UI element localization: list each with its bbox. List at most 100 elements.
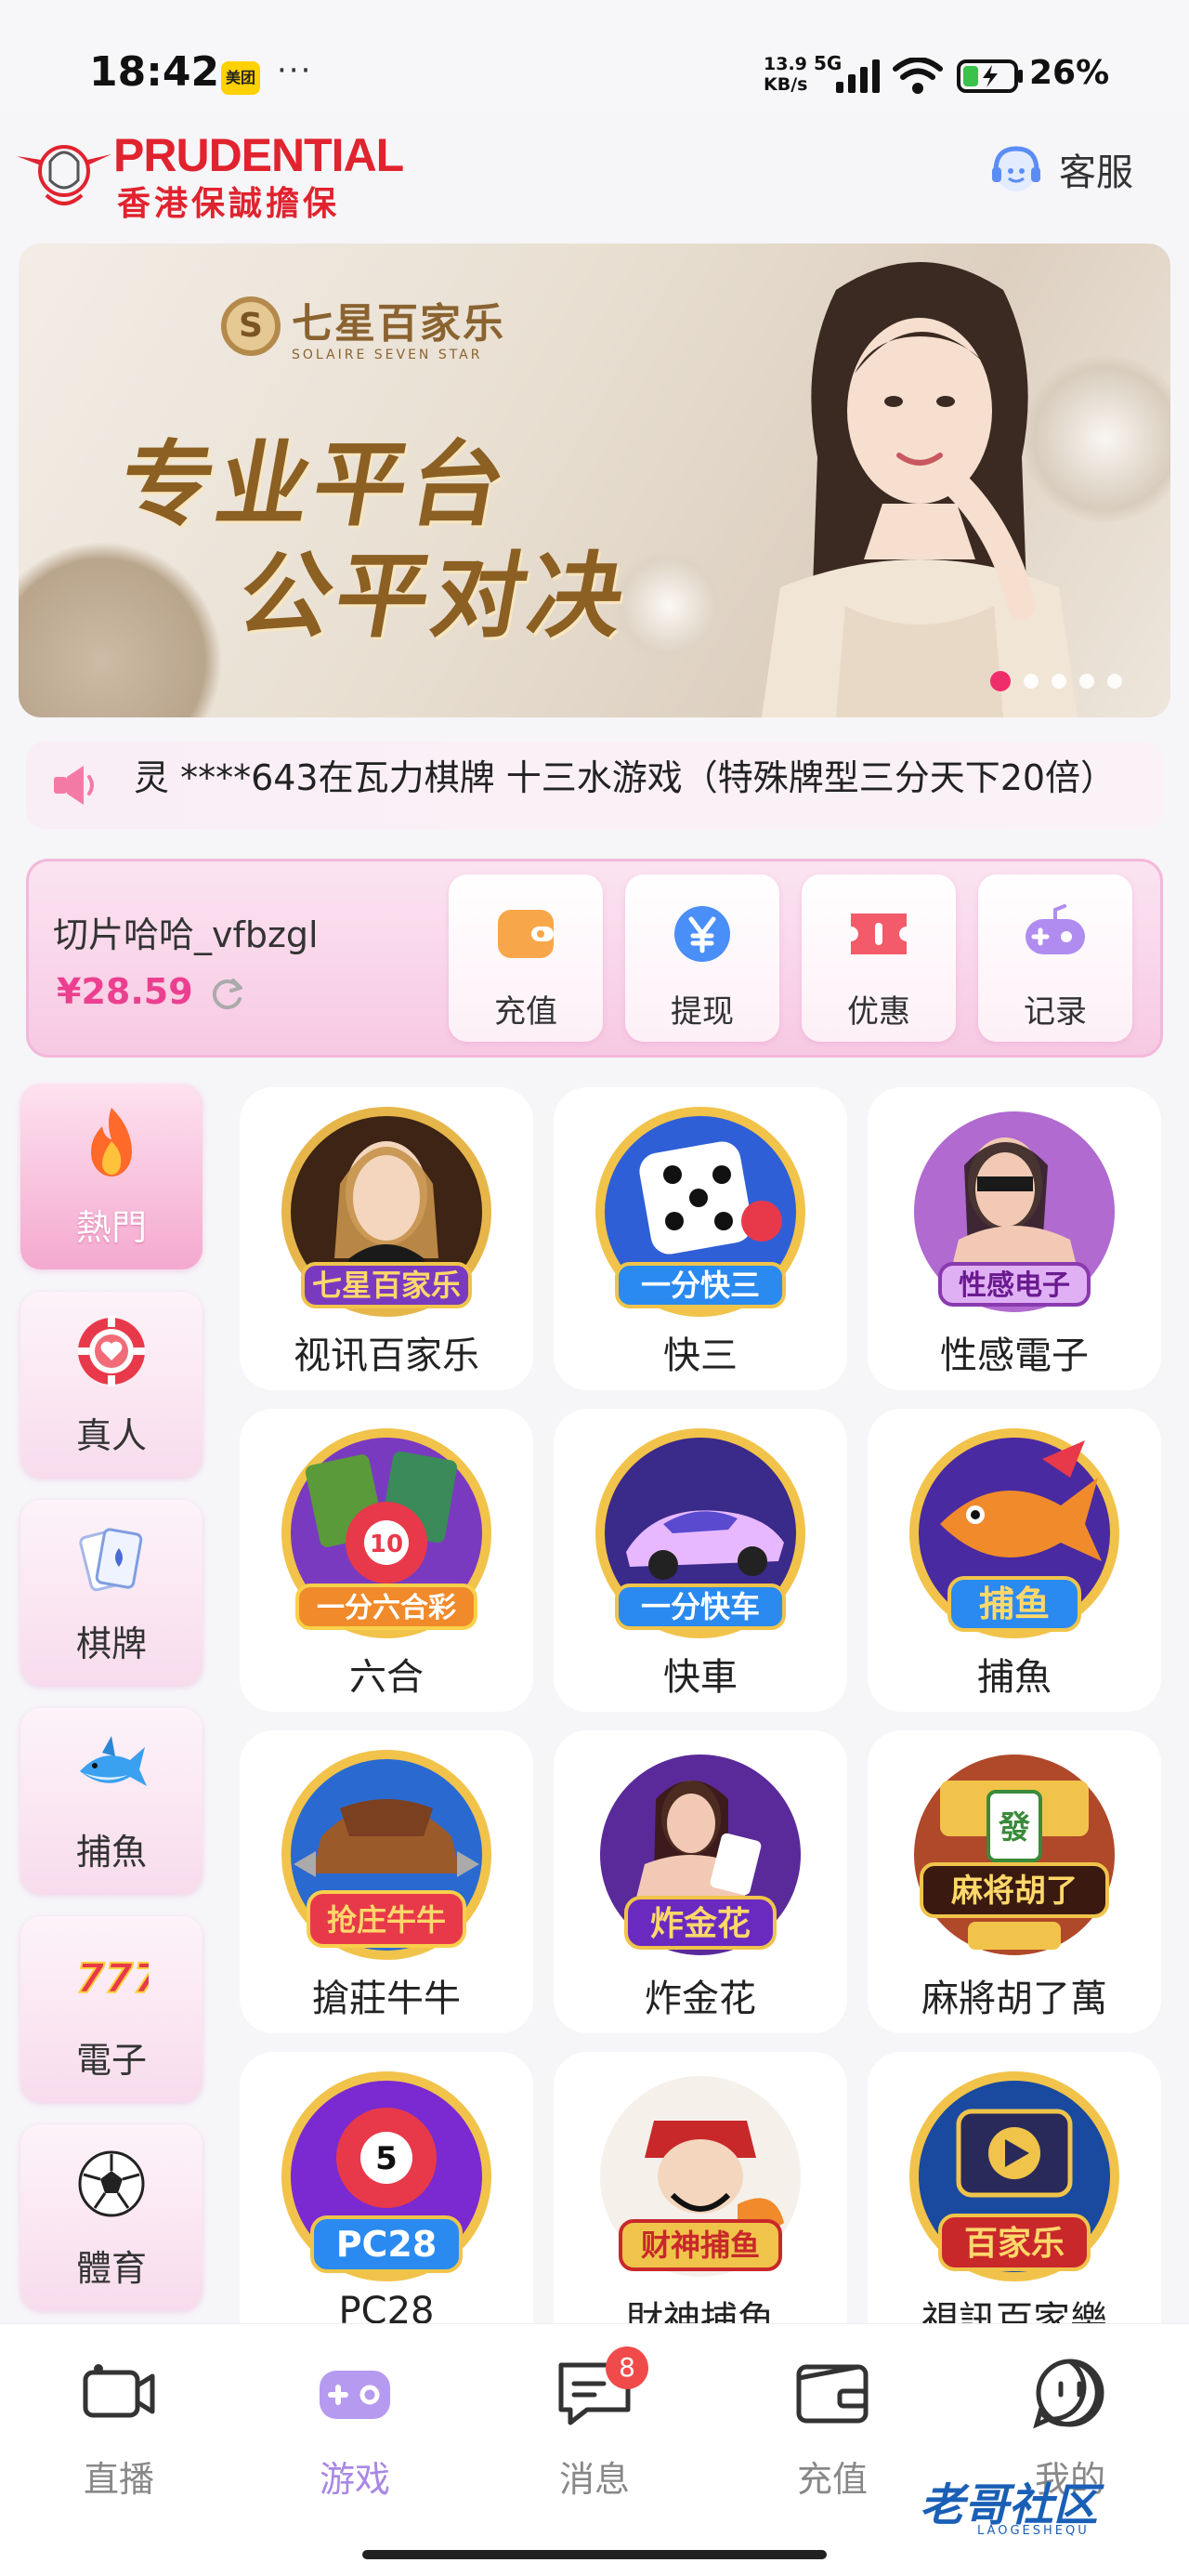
soccer-ball-icon bbox=[78, 2150, 145, 2217]
home-indicator[interactable] bbox=[362, 2550, 827, 2559]
nav-games[interactable]: 游戏 bbox=[281, 2356, 429, 2502]
more-notifications-icon: ··· bbox=[277, 52, 313, 89]
svg-text:發: 發 bbox=[998, 1809, 1030, 1847]
game-card-god-of-wealth[interactable]: 财神捕鱼 財神捕魚 bbox=[554, 2052, 847, 2355]
wifi-icon bbox=[893, 58, 943, 94]
banner-brand: S 七星百家乐 SOLAIRE SEVEN STAR bbox=[221, 290, 505, 362]
customer-service-button[interactable]: 客服 bbox=[986, 139, 1133, 199]
nav-live[interactable]: 直播 bbox=[45, 2356, 193, 2502]
prudential-logo-icon bbox=[17, 145, 111, 205]
god-of-wealth-game-icon: 财神捕鱼 bbox=[600, 2076, 801, 2277]
category-label: 體育 bbox=[75, 2248, 147, 2289]
yen-coin-icon bbox=[674, 906, 730, 962]
promotions-label: 优惠 bbox=[847, 993, 910, 1031]
nav-label: 直播 bbox=[83, 2459, 154, 2500]
baccarat-game-icon: 七星百家乐 bbox=[281, 1107, 491, 1317]
nav-deposit[interactable]: 充值 bbox=[758, 2356, 907, 2502]
speaker-icon bbox=[54, 766, 94, 805]
category-label: 捕魚 bbox=[75, 1832, 147, 1873]
game-card-lottery[interactable]: 10 一分六合彩 六合 bbox=[240, 1409, 533, 1712]
svg-text:性感电子: 性感电子 bbox=[959, 1269, 1070, 1302]
slot-777-icon: 777 bbox=[75, 1954, 149, 2004]
promotions-button[interactable]: 优惠 bbox=[802, 874, 956, 1042]
withdraw-label: 提现 bbox=[671, 993, 734, 1031]
gamepad-icon bbox=[1026, 904, 1085, 954]
game-label: 性感電子 bbox=[940, 1334, 1089, 1377]
game-label: 六合 bbox=[349, 1656, 424, 1699]
banner-dot[interactable] bbox=[1107, 674, 1122, 689]
category-label: 熱門 bbox=[75, 1207, 147, 1248]
refresh-icon[interactable] bbox=[207, 975, 246, 1014]
nav-label: 消息 bbox=[558, 2459, 630, 2500]
category-slots[interactable]: 777 電子 bbox=[20, 1916, 203, 2102]
deposit-button[interactable]: 充值 bbox=[449, 874, 603, 1042]
banner-brand-sub: SOLAIRE SEVEN STAR bbox=[292, 348, 483, 362]
promo-banner[interactable]: S 七星百家乐 SOLAIRE SEVEN STAR 专业平台 公平对决 bbox=[19, 243, 1170, 717]
nav-label: 充值 bbox=[796, 2459, 868, 2500]
game-card-mahjong[interactable]: 發 麻将胡了 麻將胡了萬 bbox=[868, 1730, 1161, 2033]
wallet-card: 切片哈哈_vfbzgl ¥28.59 充值 提现 优惠 记录 bbox=[26, 859, 1163, 1058]
withdraw-button[interactable]: 提现 bbox=[625, 874, 779, 1042]
decor-chip bbox=[19, 541, 223, 717]
nav-messages[interactable]: 8 消息 bbox=[520, 2346, 669, 2502]
game-card-pc28[interactable]: 5 PC28 PC28 bbox=[240, 2052, 533, 2355]
app-header: PRUDENTIAL 香港保誠擔保 客服 bbox=[0, 112, 1189, 232]
nav-label: 游戏 bbox=[319, 2459, 390, 2500]
banner-dot[interactable] bbox=[1024, 674, 1039, 689]
network-speed: 13.9 KB/s bbox=[764, 54, 808, 95]
game-card-golden-flower[interactable]: 炸金花 炸金花 bbox=[554, 1730, 847, 2033]
mahjong-game-icon: 發 麻将胡了 bbox=[914, 1755, 1115, 1955]
svg-text:麻将胡了: 麻将胡了 bbox=[951, 1873, 1078, 1910]
unread-badge: 8 bbox=[606, 2346, 648, 2389]
status-time: 18:42 bbox=[89, 48, 220, 96]
svg-text:财神捕鱼: 财神捕鱼 bbox=[641, 2228, 760, 2263]
svg-text:七星百家乐: 七星百家乐 bbox=[312, 1268, 461, 1303]
deposit-label: 充值 bbox=[494, 993, 557, 1031]
banner-brand-name: 七星百家乐 bbox=[292, 300, 505, 348]
race-car-game-icon: 一分快车 bbox=[595, 1428, 805, 1638]
ticket-icon bbox=[851, 913, 907, 954]
category-label: 電子 bbox=[75, 2040, 147, 2081]
sexy-slot-game-icon: 性感电子 bbox=[914, 1111, 1115, 1312]
banner-dot[interactable] bbox=[990, 671, 1011, 691]
category-cards[interactable]: 棋牌 bbox=[20, 1500, 203, 1686]
banner-dot[interactable] bbox=[1079, 674, 1094, 689]
brand-coin-icon: S bbox=[221, 296, 281, 356]
gamepad-icon bbox=[320, 2371, 390, 2419]
category-label: 棋牌 bbox=[75, 1623, 147, 1664]
banner-dot[interactable] bbox=[1052, 674, 1066, 689]
announcement-text: 灵 ****643在瓦力棋牌 十三水游戏（特殊牌型三分天下20倍） bbox=[134, 757, 1117, 798]
records-label: 记录 bbox=[1024, 993, 1087, 1031]
game-card-bull[interactable]: 抢庄牛牛 搶莊牛牛 bbox=[240, 1730, 533, 2033]
game-card-fishing[interactable]: 捕鱼 捕魚 bbox=[868, 1409, 1161, 1712]
banner-model-image bbox=[762, 262, 1078, 717]
announcement-marquee[interactable]: 灵 ****643在瓦力棋牌 十三水游戏（特殊牌型三分天下20倍） bbox=[26, 742, 1163, 829]
svg-text:一分快车: 一分快车 bbox=[641, 1589, 760, 1624]
svg-text:百家乐: 百家乐 bbox=[964, 2225, 1065, 2263]
headset-icon bbox=[992, 146, 1040, 191]
game-card-live-baccarat[interactable]: 百家乐 視訊百家樂 bbox=[868, 2052, 1161, 2355]
game-label: 视讯百家乐 bbox=[294, 1334, 479, 1377]
svg-text:5: 5 bbox=[375, 2140, 398, 2177]
category-sports[interactable]: 體育 bbox=[20, 2124, 203, 2310]
meituan-app-icon: 美团 bbox=[221, 61, 260, 95]
category-live[interactable]: 真人 bbox=[20, 1292, 203, 1478]
balance: ¥28.59 bbox=[57, 971, 193, 1012]
status-bar: 18:42 美团 ··· 13.9 KB/s 5G 26% bbox=[0, 0, 1189, 112]
game-card-dice[interactable]: 一分快三 快三 bbox=[554, 1087, 847, 1390]
records-button[interactable]: 记录 bbox=[978, 874, 1132, 1042]
banner-pagination[interactable] bbox=[990, 671, 1122, 691]
wallet-icon bbox=[498, 910, 554, 958]
svg-text:一分六合彩: 一分六合彩 bbox=[317, 1592, 456, 1624]
svg-text:777: 777 bbox=[76, 1955, 149, 2003]
battery-percent: 26% bbox=[1029, 54, 1110, 92]
game-card-race-car[interactable]: 一分快车 快車 bbox=[554, 1409, 847, 1712]
category-fishing[interactable]: 捕魚 bbox=[20, 1708, 203, 1894]
banner-slogan-line2: 公平对决 bbox=[230, 542, 636, 651]
game-card-baccarat[interactable]: 七星百家乐 视讯百家乐 bbox=[240, 1087, 533, 1390]
game-label: 快車 bbox=[663, 1656, 738, 1699]
game-card-sexy-slots[interactable]: 性感电子 性感電子 bbox=[868, 1087, 1161, 1390]
live-baccarat-game-icon: 百家乐 bbox=[909, 2071, 1119, 2281]
service-label: 客服 bbox=[1059, 151, 1133, 194]
category-hot[interactable]: 熱門 bbox=[20, 1084, 203, 1269]
